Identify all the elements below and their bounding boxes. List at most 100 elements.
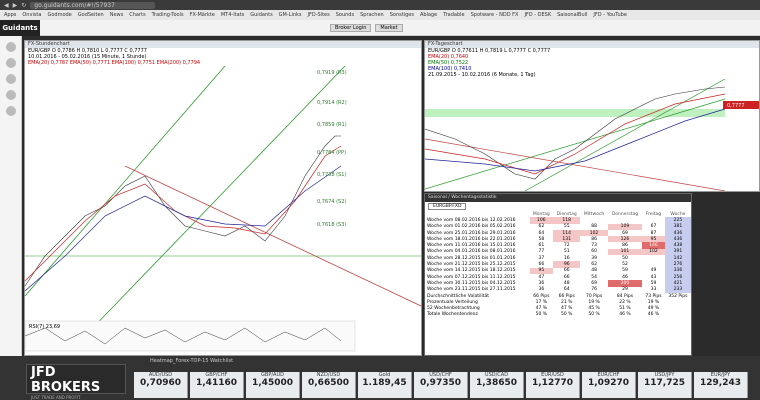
ticker-tile[interactable]: USD/CAD 1,38650 [470,372,524,398]
back-arrow-icon[interactable]: ◀ [4,2,9,9]
bookmark-item[interactable]: Sounds [336,12,354,18]
ticker-tile[interactable]: GBP/AUD 1,45000 [246,372,300,398]
ticker-value: 1.189,45 [362,378,407,388]
ticker-tile[interactable]: EUR/USD 1,12770 [526,372,580,398]
bookmark-item[interactable]: Tradable [443,12,464,18]
daily-chart-canvas[interactable]: 0,7777 [425,79,759,191]
bookmark-item[interactable]: Apps [4,12,16,18]
summary-cell: 46 % [619,312,631,318]
week-label: Woche vom 08.02.2016 bis 12.02.2016 [427,217,516,223]
ticker-tile[interactable]: GBP/CHF 1,41160 [190,372,244,398]
bookmark-item[interactable]: Sprachen [360,12,384,18]
week-label: Woche vom 14.12.2015 bis 18.12.2015 [427,268,516,274]
pivot-level-labels: 0,7919 (R3) 0,7914 (R2) 0,7859 (R1) 0,7784 … [317,70,347,228]
broker-login-button[interactable]: Broker Login [330,23,372,32]
hourly-chart-title: FX-Stundenchart [25,41,421,48]
ticker-value: 1,09270 [588,378,629,388]
ticker-tile[interactable]: EUR/CHF 1,09270 [582,372,636,398]
stats-column-header: Dienstag [556,211,577,217]
bookmark-item[interactable]: SaisonalBull [557,12,587,18]
ticker-tile[interactable]: NZD/USD 0,66500 [302,372,356,398]
stats-column-header: Montag [532,211,550,217]
heatmap-title: Heatmap_Forex-TOP-15 Watchlist [150,358,234,364]
daily-chart-legend: EUR/GBP O 0,77611 H 0,7819 L 0,7777 C 0,… [425,48,759,78]
url-field[interactable]: go.guidants.com/#!/57937 [30,1,155,9]
jfd-brokers-logo: JFD BROKERS JUST TRADE AND PROFIT [26,364,126,400]
symbol-value[interactable]: EURGBP.FXD [428,203,467,210]
pivot-level-label: 0,7738 (S1) [317,172,346,178]
week-label: Woche vom 25.01.2016 bis 29.01.2016 [427,230,516,236]
week-label: Woche vom 30.11.2015 bis 04.12.2015 [427,280,516,286]
bookmark-item[interactable]: JFD-Sites [308,12,330,18]
bookmark-item[interactable]: Godmode [47,12,71,18]
legend-line-5: 21.09.2015 - 10.02.2016 (6 Monate, 1 Tag… [428,72,536,78]
summary-cell: 50 % [535,312,548,318]
bookmark-item[interactable]: Guidants [250,12,272,18]
broker-tagline: JUST TRADE AND PROFIT [31,395,81,400]
ticker-value: 1,12770 [532,378,573,388]
week-label: Woche vom 11.01.2016 bis 15.01.2016 [427,243,516,249]
summary-cell: 50 % [560,312,573,318]
bookmark-item[interactable]: JFD - DESK [524,12,551,18]
avatar-icon[interactable] [5,42,16,52]
pivot-level-label: 0,7919 (R3) [317,70,347,76]
bookmark-item[interactable]: News [110,12,124,18]
pivot-level-label: 0,7784 (PP) [317,150,346,156]
summary-header: 73 Pips [645,293,662,299]
bookmark-item[interactable]: MT4-Itats [221,12,244,18]
settings-icon[interactable] [5,106,16,116]
stats-table: Montag Dienstag Mittwoch Donnerstag Freitag W… [425,211,691,318]
summary-cell [665,312,691,318]
daily-chart-title: FX-Tageschart [425,41,759,48]
symbol-select[interactable]: EURGBP.FXD [425,202,691,211]
ticker-value: 129,243 [700,378,741,388]
ticker-value: 1,38650 [476,378,517,388]
daily-chart-panel: FX-Tageschart EUR/GBP O 0,77611 H 0,7819… [424,40,760,192]
ticker-value: 0,66500 [308,378,349,388]
summary-header: 352 Pips [668,293,688,299]
ticker-value: 1,41160 [196,378,237,388]
week-label: Woche vom 18.01.2016 bis 22.01.2016 [427,236,516,242]
chart-icon[interactable] [5,58,16,68]
news-icon[interactable] [5,90,16,100]
forward-arrow-icon[interactable]: ▶ [13,2,18,9]
list-icon[interactable] [5,74,16,84]
app-toolbar: Guidants Broker Login Market [0,19,760,36]
week-label: Woche vom 28.12.2015 bis 01.01.2016 [427,255,516,261]
bookmark-item[interactable]: Trading-Tools [152,12,184,18]
current-price-tag: 0,7777 [727,103,745,109]
ticker-value: 0,70960 [140,378,181,388]
week-label: Woche vom 21.12.2015 bis 25.12.2015 [427,262,516,268]
bookmark-item[interactable]: Charts [129,12,145,18]
ticker-tile[interactable]: USD/CHF 0,97350 [414,372,468,398]
summary-cell: 50 % [588,312,600,318]
pivot-level-label: 0,7618 (S3) [317,222,346,228]
week-label: Woche vom 01.02.2016 bis 05.02.2016 [427,224,516,230]
bookmark-item[interactable]: GodSeiten [78,12,104,18]
pivot-level-label: 0,7674 (S2) [317,199,346,205]
ticker-value: 117,725 [644,378,685,388]
week-label: Woche vom 23.11.2015 bis 27.11.2015 [427,287,516,293]
bookmark-item[interactable]: FX-Märkte [190,12,215,18]
pivot-level-label: 0,7914 (R2) [317,100,347,106]
stats-title: Saisonal / Wochentagsstatistik [425,194,691,202]
bookmark-item[interactable]: Onvista [22,12,41,18]
week-label: Woche vom 04.01.2016 bis 08.01.2016 [427,249,516,255]
ticker-tile[interactable]: AUD/USD 0,70960 [134,372,188,398]
ticker-tile[interactable]: EUR/JPY 129,243 [694,372,748,398]
stats-column-header: Mittwoch [583,211,605,217]
reload-icon[interactable]: ↻ [21,2,26,9]
hourly-chart-canvas[interactable]: 0,7919 (R3) 0,7914 (R2) 0,7859 (R1) 0,7784 … [24,65,422,356]
ticker-tile[interactable]: USD/JPY 117,725 [638,372,692,398]
bookmark-item[interactable]: GM-Links [279,12,302,18]
bookmark-item[interactable]: JFD - YouTube [593,12,627,18]
market-button[interactable]: Market [375,23,403,32]
bookmark-item[interactable]: Ablage [420,12,437,18]
ticker-tile[interactable]: Gold 1.189,45 [358,372,412,398]
guidants-logo: Guidants [0,19,40,36]
rsi-label: RSI(7) 23,69 [29,324,60,330]
bookmark-item[interactable]: Spotware - NDD FX [471,12,519,18]
pivot-level-label: 0,7859 (R1) [317,122,347,128]
weekday-stats-dialog: Saisonal / Wochentagsstatistik EURGBP.FX… [424,193,692,356]
bookmark-item[interactable]: Sonstiges [390,12,414,18]
